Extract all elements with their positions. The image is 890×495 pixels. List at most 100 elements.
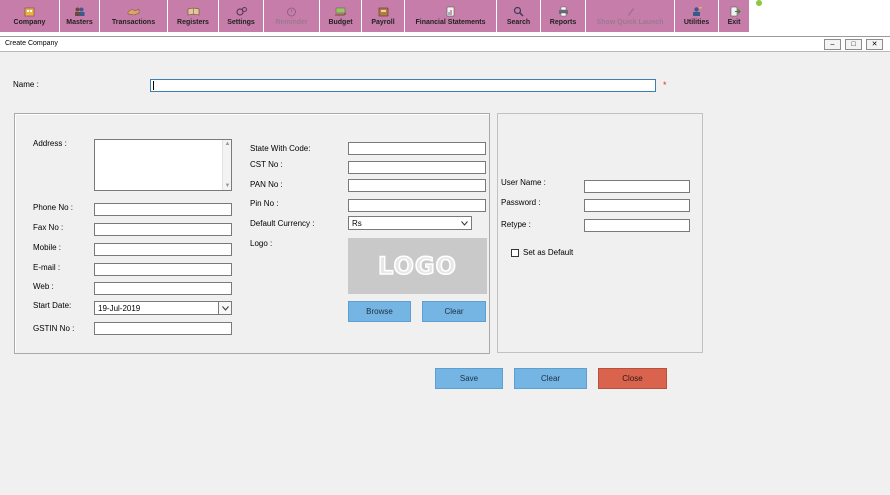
toolbar-search-button[interactable]: Search: [497, 0, 541, 32]
cst-input[interactable]: [348, 161, 486, 174]
clear-button-label: Clear: [540, 374, 561, 383]
toolbar-reports-label: Reports: [549, 19, 577, 26]
username-input[interactable]: [584, 180, 690, 193]
toolbar-search-label: Search: [506, 19, 531, 26]
scroll-down-icon[interactable]: ▼: [223, 182, 232, 190]
close-icon: ✕: [871, 41, 878, 48]
logo-clear-button[interactable]: Clear: [422, 301, 486, 322]
browse-button-label: Browse: [366, 307, 393, 316]
retype-label: Retype :: [501, 220, 531, 229]
mobile-label: Mobile :: [33, 243, 62, 252]
retype-password-input[interactable]: [584, 219, 690, 232]
chevron-down-icon: [221, 305, 229, 311]
clear-button[interactable]: Clear: [514, 368, 587, 389]
toolbar-company-label: Company: [13, 19, 46, 26]
pan-label: PAN No :: [250, 180, 283, 189]
report-chart-icon: [446, 6, 455, 17]
toolbar-exit-button[interactable]: Exit: [719, 0, 750, 32]
pin-label: Pin No :: [250, 199, 279, 208]
create-company-window: Create Company – □ ✕ Name : * Address : …: [0, 36, 890, 495]
toolbar-transactions-button[interactable]: Transactions: [100, 0, 168, 32]
logo-clear-button-label: Clear: [444, 307, 464, 316]
email-label: E-mail :: [33, 263, 61, 272]
mobile-input[interactable]: [94, 243, 232, 256]
web-input[interactable]: [94, 282, 232, 295]
save-button[interactable]: Save: [435, 368, 503, 389]
toolbar-financial-statements-button[interactable]: Financial Statements: [405, 0, 497, 32]
toolbar-transactions-label: Transactions: [111, 19, 156, 26]
gstin-label: GSTIN No :: [33, 324, 75, 333]
password-label: Password :: [501, 198, 541, 207]
toolbar-reminder-button[interactable]: Reminder: [264, 0, 320, 32]
tools-user-icon: [693, 7, 702, 16]
required-marker: *: [663, 80, 667, 90]
toolbar-company-button[interactable]: Company: [0, 0, 60, 32]
close-window-button[interactable]: ✕: [866, 39, 883, 50]
toolbar-utilities-label: Utilities: [683, 19, 710, 26]
wallet-icon: [378, 7, 388, 17]
currency-dropdown-button[interactable]: [458, 217, 471, 229]
toolbar-budget-label: Budget: [328, 19, 353, 26]
printer-icon: [558, 6, 568, 17]
minimize-button[interactable]: –: [824, 39, 841, 50]
password-input[interactable]: [584, 199, 690, 212]
gstin-input[interactable]: [94, 322, 232, 335]
gears-icon: [235, 7, 247, 16]
book-icon: [187, 7, 199, 16]
handshake-icon: [127, 8, 140, 16]
exit-door-icon: [730, 6, 741, 17]
calendar-dropdown-button[interactable]: [218, 302, 231, 314]
web-label: Web :: [33, 282, 54, 291]
toolbar-masters-label: Masters: [66, 19, 93, 26]
logo-label: Logo :: [250, 239, 273, 248]
set-as-default-label: Set as Default: [523, 248, 574, 257]
toolbar-registers-label: Registers: [177, 19, 209, 26]
toolbar-settings-button[interactable]: Settings: [219, 0, 264, 32]
scroll-up-icon[interactable]: ▲: [223, 140, 232, 148]
fax-input[interactable]: [94, 223, 232, 236]
alarm-clock-icon: [287, 7, 296, 17]
status-indicator: [756, 0, 762, 6]
currency-label: Default Currency :: [250, 219, 315, 228]
name-input[interactable]: [150, 79, 656, 92]
building-icon: [24, 7, 35, 17]
start-date-picker[interactable]: 19-Jul-2019: [94, 301, 232, 315]
state-label: State With Code:: [250, 144, 311, 153]
address-textarea[interactable]: ▲ ▼: [94, 139, 232, 191]
close-button-label: Close: [622, 374, 643, 383]
start-date-label: Start Date:: [33, 301, 72, 310]
toolbar-utilities-button[interactable]: Utilities: [675, 0, 719, 32]
browse-button[interactable]: Browse: [348, 301, 411, 322]
pin-input[interactable]: [348, 199, 486, 212]
set-as-default-checkbox[interactable]: [511, 249, 519, 257]
toolbar-show-quick-launch-button[interactable]: Show Quick Launch: [586, 0, 675, 32]
currency-value: Rs: [352, 219, 362, 228]
email-input[interactable]: [94, 263, 232, 276]
toolbar-payroll-button[interactable]: Payroll: [362, 0, 405, 32]
pan-input[interactable]: [348, 179, 486, 192]
cst-label: CST No :: [250, 160, 283, 169]
toolbar-show-quick-launch-label: Show Quick Launch: [596, 19, 664, 26]
state-input[interactable]: [348, 142, 486, 155]
currency-select[interactable]: Rs: [348, 216, 472, 230]
toolbar-budget-button[interactable]: Budget: [320, 0, 362, 32]
logo-placeholder-text: LOGO: [377, 251, 457, 281]
toolbar-reminder-label: Reminder: [275, 19, 308, 26]
restore-button[interactable]: □: [845, 39, 862, 50]
toolbar-registers-button[interactable]: Registers: [168, 0, 219, 32]
rocket-icon: [627, 8, 634, 16]
toolbar-payroll-label: Payroll: [371, 19, 395, 26]
logo-preview: LOGO: [348, 238, 487, 294]
toolbar-masters-button[interactable]: Masters: [60, 0, 100, 32]
toolbar-financial-statements-label: Financial Statements: [415, 19, 486, 26]
toolbar-reports-button[interactable]: Reports: [541, 0, 586, 32]
start-date-value: 19-Jul-2019: [98, 304, 141, 313]
phone-input[interactable]: [94, 203, 232, 216]
address-scrollbar[interactable]: ▲ ▼: [222, 140, 231, 190]
address-label: Address :: [33, 139, 67, 148]
users-icon: [75, 7, 85, 16]
close-button[interactable]: Close: [598, 368, 667, 389]
chevron-down-icon: [461, 220, 468, 226]
fax-label: Fax No :: [33, 223, 64, 232]
user-credentials-group: [497, 113, 703, 353]
